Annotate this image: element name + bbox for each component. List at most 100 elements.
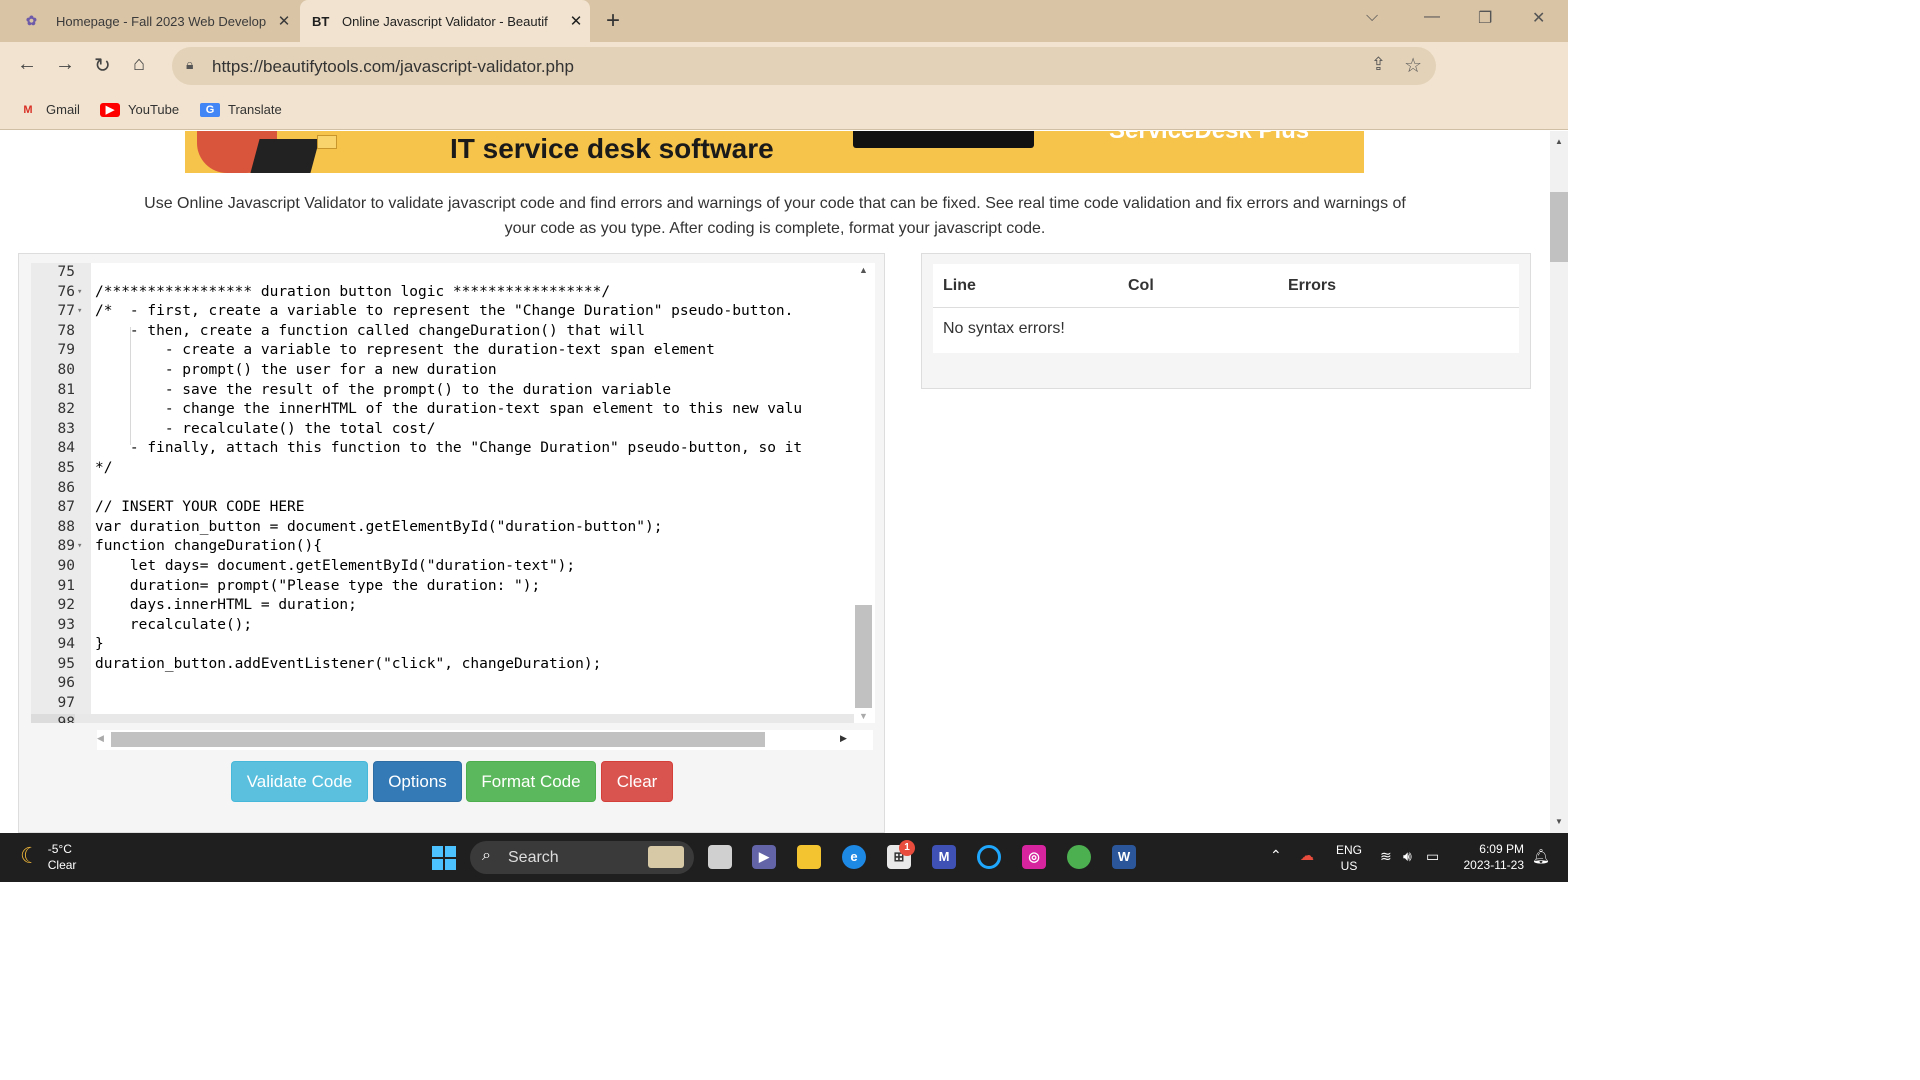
new-tab-button[interactable]: + <box>606 7 620 35</box>
scroll-thumb[interactable] <box>1550 192 1568 262</box>
address-bar[interactable]: 🔒︎ https://beautifytools.com/javascript-… <box>172 47 1436 85</box>
instagram-icon[interactable]: ◎ <box>1022 845 1046 869</box>
clock[interactable]: 6:09 PM 2023-11-23 <box>1458 841 1525 873</box>
fold-arrow-icon[interactable]: ▾ <box>77 283 87 303</box>
code-text: let days= document.getElementById("durat… <box>95 557 576 574</box>
close-tab-icon[interactable]: ✕ <box>562 12 590 30</box>
bookmark-translate[interactable]: G Translate <box>200 102 282 117</box>
back-icon[interactable]: ← <box>17 53 37 76</box>
search-icon: ⌕ <box>482 847 491 864</box>
clear-button[interactable]: Clear <box>601 761 673 802</box>
scroll-thumb[interactable] <box>855 605 872 708</box>
home-icon[interactable]: ⌂ <box>133 53 145 76</box>
code-line[interactable]: 78 - then, create a function called chan… <box>31 322 871 342</box>
scroll-left-arrow-icon[interactable]: ◀ <box>97 733 104 744</box>
code-line[interactable]: 86 <box>31 479 871 499</box>
page-scrollbar[interactable]: ▲ ▼ <box>1550 131 1568 833</box>
code-line[interactable]: 79 - create a variable to represent the … <box>31 341 871 361</box>
scroll-right-arrow-icon[interactable]: ▶ <box>840 733 847 744</box>
line-number: 80 <box>57 361 75 378</box>
fold-arrow-icon[interactable]: ▾ <box>77 302 87 322</box>
editor-vertical-scrollbar[interactable]: ▲ ▼ <box>854 263 874 723</box>
code-line[interactable]: 80 - prompt() the user for a new duratio… <box>31 361 871 381</box>
chrome-icon[interactable] <box>1067 845 1091 869</box>
onedrive-icon[interactable]: ☁ <box>1300 847 1314 864</box>
notification-bell-icon[interactable]: 🔔︎ <box>1532 848 1550 865</box>
code-line[interactable]: 97 <box>31 694 871 714</box>
bookmark-star-icon[interactable]: ☆ <box>1404 53 1422 78</box>
bookmark-youtube[interactable]: ▶ YouTube <box>100 102 179 117</box>
battery-icon[interactable]: ▭ <box>1426 848 1439 865</box>
line-number: 91 <box>57 577 75 594</box>
code-line[interactable]: 88 var duration_button = document.getElem… <box>31 518 871 538</box>
close-window-button[interactable]: ✕ <box>1532 8 1545 28</box>
reload-icon[interactable]: ↻ <box>94 53 111 78</box>
code-line[interactable]: 87 // INSERT YOUR CODE HERE <box>31 498 871 518</box>
volume-icon[interactable]: 🔊︎ <box>1403 848 1412 865</box>
restore-button[interactable]: ❐ <box>1478 8 1492 28</box>
code-line[interactable]: 82 - change the innerHTML of the duratio… <box>31 400 871 420</box>
cortana-icon[interactable] <box>977 845 1001 869</box>
tab-validator[interactable]: BT Online Javascript Validator - Beautif… <box>300 0 590 42</box>
code-line[interactable]: 92 days.innerHTML = duration; <box>31 596 871 616</box>
share-icon[interactable]: ⇪ <box>1371 54 1386 75</box>
chat-icon[interactable]: ▶ <box>752 845 776 869</box>
lock-icon[interactable]: 🔒︎ <box>186 56 193 73</box>
editor-horizontal-scrollbar[interactable]: ◀ ▶ <box>97 730 873 750</box>
fold-arrow-icon[interactable]: ▾ <box>77 537 87 557</box>
taskbar-search[interactable]: ⌕ Search <box>470 841 694 874</box>
close-tab-icon[interactable]: ✕ <box>270 12 298 30</box>
code-line[interactable]: 95 duration_button.addEventListener("clic… <box>31 655 871 675</box>
line-number: 84 <box>57 440 75 457</box>
code-line[interactable]: 81 - save the result of the prompt() to … <box>31 381 871 401</box>
format-code-button[interactable]: Format Code <box>466 761 596 802</box>
code-text: - create a variable to represent the dur… <box>95 342 715 359</box>
ad-banner[interactable]: IT service desk software ServiceDesk Plu… <box>185 131 1364 173</box>
app-icon[interactable]: M <box>932 845 956 869</box>
taskbar: ☾ -5°C Clear ⌕ Search ▶ e ⊞ 1 M ◎ W ⌃ ☁ … <box>0 833 1568 882</box>
language-indicator[interactable]: ENG US <box>1336 842 1362 874</box>
code-line[interactable]: 93 recalculate(); <box>31 616 871 636</box>
code-editor[interactable]: 75 76 ▾/***************** duration button … <box>31 263 875 723</box>
scroll-down-arrow-icon[interactable]: ▼ <box>1555 817 1563 826</box>
code-line[interactable]: 91 duration= prompt("Please type the dur… <box>31 577 871 597</box>
task-view-icon[interactable] <box>708 845 732 869</box>
edge-icon[interactable]: e <box>842 845 866 869</box>
ad-cta-button[interactable] <box>853 131 1034 148</box>
forward-icon[interactable]: → <box>55 53 75 76</box>
code-line[interactable]: 94} <box>31 635 871 655</box>
code-line[interactable]: 83 - recalculate() the total cost/ <box>31 420 871 440</box>
minimize-button[interactable]: — <box>1424 8 1440 26</box>
ad-headline: IT service desk software <box>450 133 774 164</box>
line-number: 81 <box>57 381 75 398</box>
url-text[interactable]: https://beautifytools.com/javascript-val… <box>212 57 574 77</box>
weather-widget[interactable]: ☾ -5°C Clear <box>20 841 76 873</box>
code-line[interactable]: 98 <box>31 713 871 723</box>
code-line[interactable]: 75 <box>31 263 871 283</box>
tab-homepage[interactable]: ✿ Homepage - Fall 2023 Web Develop ✕ <box>14 0 298 42</box>
code-text: - prompt() the user for a new duration <box>95 361 497 378</box>
line-number: 82 <box>57 401 75 418</box>
code-line[interactable]: 89 ▾ function changeDuration(){ <box>31 537 871 557</box>
scroll-up-arrow-icon[interactable]: ▲ <box>859 265 868 275</box>
word-icon[interactable]: W <box>1112 845 1136 869</box>
show-hidden-icons[interactable]: ⌃ <box>1270 847 1282 864</box>
code-line[interactable]: 77 ▾ /* - first, create a variable to repr… <box>31 302 871 322</box>
code-line[interactable]: 90 let days= document.getElementById("du… <box>31 557 871 577</box>
code-line[interactable]: 96 <box>31 674 871 694</box>
line-number: 88 <box>57 518 75 535</box>
tab-search-icon[interactable]: ⌵ <box>1366 8 1378 26</box>
scroll-thumb[interactable] <box>111 732 765 747</box>
code-line[interactable]: 85 */ <box>31 459 871 479</box>
scroll-down-arrow-icon[interactable]: ▼ <box>859 711 868 721</box>
code-line[interactable]: 84 - finally, attach this function to th… <box>31 439 871 459</box>
validate-code-button[interactable]: Validate Code <box>231 761 368 802</box>
options-button[interactable]: Options <box>373 761 462 802</box>
code-line[interactable]: 76 ▾ /***************** duration button lo… <box>31 283 871 303</box>
scroll-up-arrow-icon[interactable]: ▲ <box>1555 137 1563 146</box>
bookmark-gmail[interactable]: M Gmail <box>18 102 80 117</box>
start-icon[interactable] <box>432 846 456 870</box>
code-lines[interactable]: 75 76 ▾/***************** duration button … <box>31 263 871 723</box>
wifi-icon[interactable]: ≋ <box>1380 848 1392 865</box>
file-explorer-icon[interactable] <box>797 845 821 869</box>
